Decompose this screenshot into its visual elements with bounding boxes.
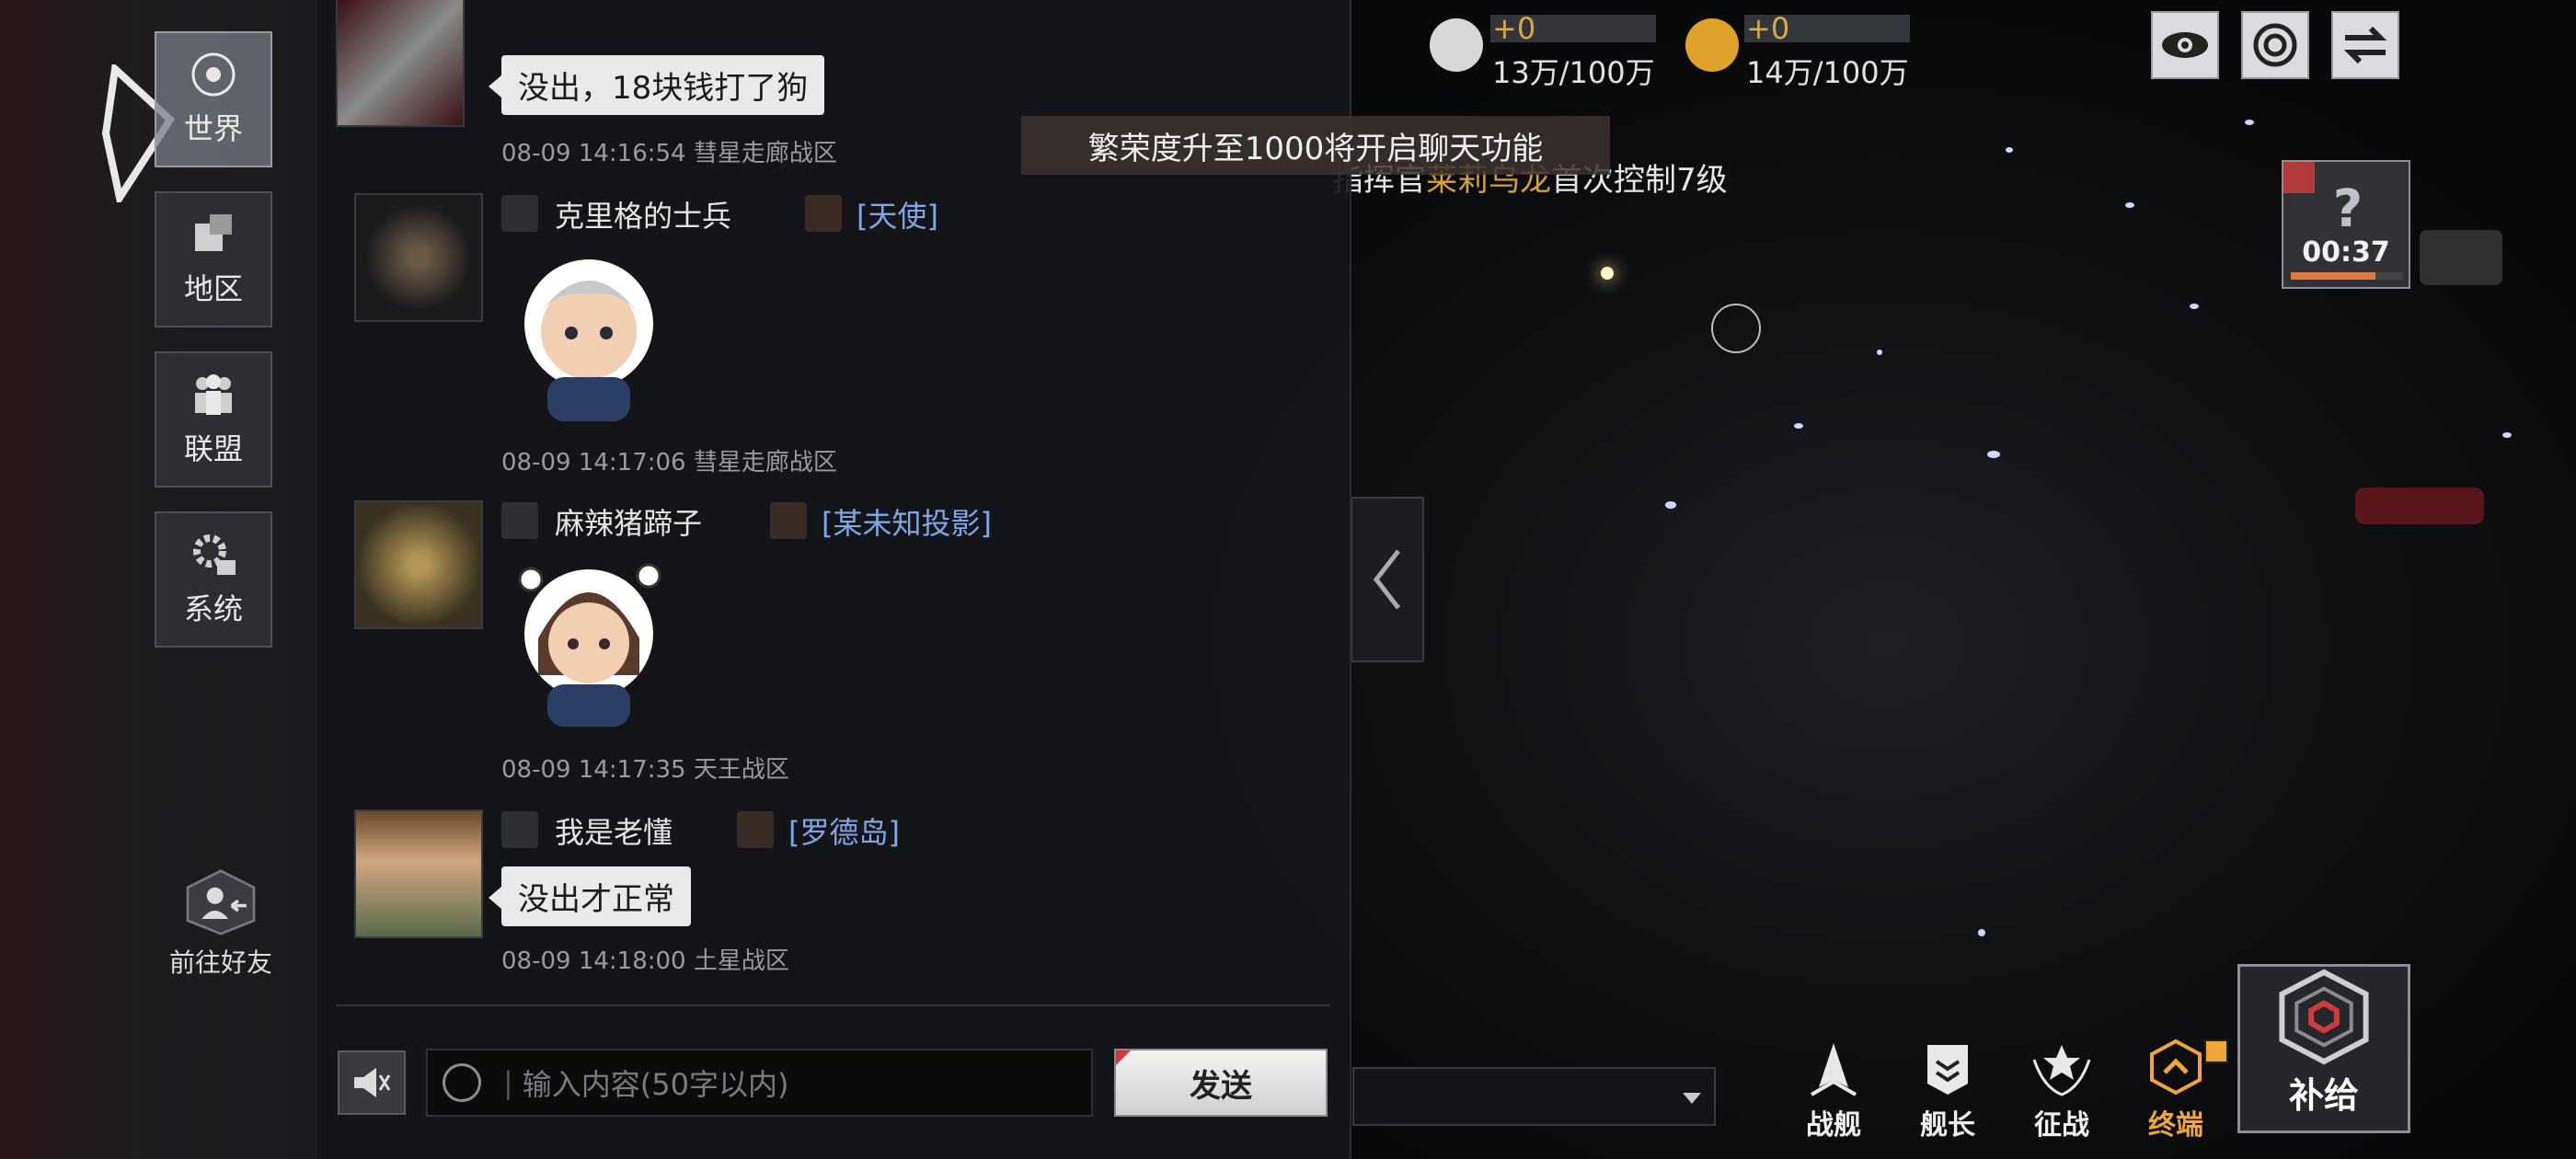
left-sidebar: 世界 地区 联盟 系统 前往好友 [0, 0, 317, 1159]
nav-label: 系统 [183, 591, 243, 626]
warship-icon [1810, 1043, 1857, 1096]
speaker-muted-icon [354, 1068, 391, 1097]
channel-dropdown[interactable] [1352, 1067, 1716, 1126]
resource-gain: +0 [1746, 11, 1790, 46]
chevron-left-icon [1373, 549, 1400, 610]
nav-alliance[interactable]: 联盟 [155, 351, 272, 488]
friend-button-label: 前往好友 [168, 947, 272, 978]
nav-label: 联盟 [183, 431, 243, 466]
avatar[interactable] [354, 500, 483, 629]
sticker-old-man-thinking [524, 259, 653, 421]
message-timestamp: 08-09 14:18:00 土星战区 [501, 947, 789, 975]
menu-captain[interactable]: 舰长 [1897, 1021, 1998, 1159]
question-mark-icon: ? [2283, 162, 2363, 239]
emoji-icon[interactable] [443, 1063, 481, 1102]
guild-icon [737, 811, 774, 848]
crystal-icon [1685, 18, 1739, 72]
nav-region[interactable]: 地区 [155, 191, 272, 327]
radar-icon [2253, 23, 2297, 67]
guild-tag[interactable]: [天使] [857, 193, 938, 235]
sticker-angry-girl [518, 563, 661, 727]
rank-icon [501, 502, 538, 539]
notification-badge [2204, 1039, 2228, 1063]
nav-system[interactable]: 系统 [155, 511, 272, 648]
event-timer[interactable]: ? 00:37 [2282, 160, 2410, 289]
bottom-menu: 战舰 舰长 征战 终端 [1730, 1021, 2576, 1159]
planet-icon [191, 52, 236, 97]
go-to-friends-button[interactable]: 前往好友 [156, 869, 285, 980]
resource-value: 14万/100万 [1746, 55, 1909, 90]
avatar[interactable] [354, 809, 483, 938]
friends-icon [186, 869, 256, 935]
svg-text:?: ? [2333, 179, 2363, 239]
resource-2[interactable]: +0 14万/100万 [1684, 0, 1932, 92]
resource-1[interactable]: +0 13万/100万 [1417, 0, 1665, 92]
view-toggle-button[interactable] [2151, 11, 2219, 79]
battle-icon [2032, 1045, 2091, 1096]
supply-button[interactable]: 补给 [2237, 964, 2410, 1133]
rank-icon [501, 811, 538, 848]
swap-icon [2343, 26, 2387, 64]
message-bubble: 没出，18块钱打了狗 [488, 55, 825, 115]
send-button[interactable]: 发送 [1114, 1049, 1328, 1117]
guild-tag[interactable]: [罗德岛] [788, 809, 900, 852]
nav-label: 世界 [183, 111, 243, 146]
supply-icon [2279, 969, 2369, 1065]
mineral-icon [1430, 18, 1483, 72]
nav-label: 地区 [183, 271, 243, 306]
message-timestamp: 08-09 14:17:35 天王战区 [501, 756, 789, 784]
sender-name[interactable]: 克里格的士兵 [555, 193, 731, 235]
sender-name[interactable]: 麻辣猪蹄子 [555, 500, 702, 543]
sender-name[interactable]: 我是老懂 [555, 809, 673, 852]
nav-world[interactable]: 世界 [155, 31, 272, 167]
rank-icon [501, 195, 538, 232]
collapse-chat-button[interactable] [1351, 497, 1424, 662]
divider [336, 1004, 1329, 1006]
chat-input-placeholder: 输入内容(50字以内) [522, 1067, 789, 1102]
system-notice-banner: 繁荣度升至1000将开启聊天功能 [1021, 116, 1610, 175]
supply-label: 补给 [2288, 1075, 2359, 1116]
chat-input[interactable]: | 输入内容(50字以内) [426, 1049, 1093, 1117]
swap-button[interactable] [2331, 11, 2399, 79]
message-bubble: 没出才正常 [489, 866, 691, 926]
terminal-icon [2150, 1039, 2202, 1096]
menu-warship[interactable]: 战舰 [1783, 1021, 1884, 1159]
alliance-icon [195, 374, 232, 415]
resource-gain: +0 [1492, 11, 1536, 46]
timer-text: 00:37 [2302, 236, 2390, 269]
guild-icon [770, 502, 807, 539]
message-timestamp: 08-09 14:16:54 彗星走廊战区 [501, 140, 837, 167]
resource-value: 13万/100万 [1492, 55, 1655, 90]
radar-button[interactable] [2241, 11, 2309, 79]
captain-icon [1927, 1045, 1968, 1095]
eye-icon [2162, 32, 2208, 58]
menu-terminal[interactable]: 终端 [2125, 1021, 2228, 1159]
system-gear-icon [193, 534, 236, 575]
timer-progress [2291, 272, 2403, 280]
chevron-down-icon [1683, 1093, 1701, 1104]
menu-battle[interactable]: 征战 [2011, 1021, 2112, 1159]
avatar[interactable] [336, 0, 465, 127]
guild-tag[interactable]: [某未知投影] [822, 500, 992, 543]
voice-toggle-button[interactable] [338, 1050, 406, 1115]
guild-icon [805, 195, 842, 232]
message-timestamp: 08-09 14:17:06 彗星走廊战区 [501, 449, 837, 476]
avatar[interactable] [354, 193, 483, 322]
region-icon [195, 214, 232, 251]
